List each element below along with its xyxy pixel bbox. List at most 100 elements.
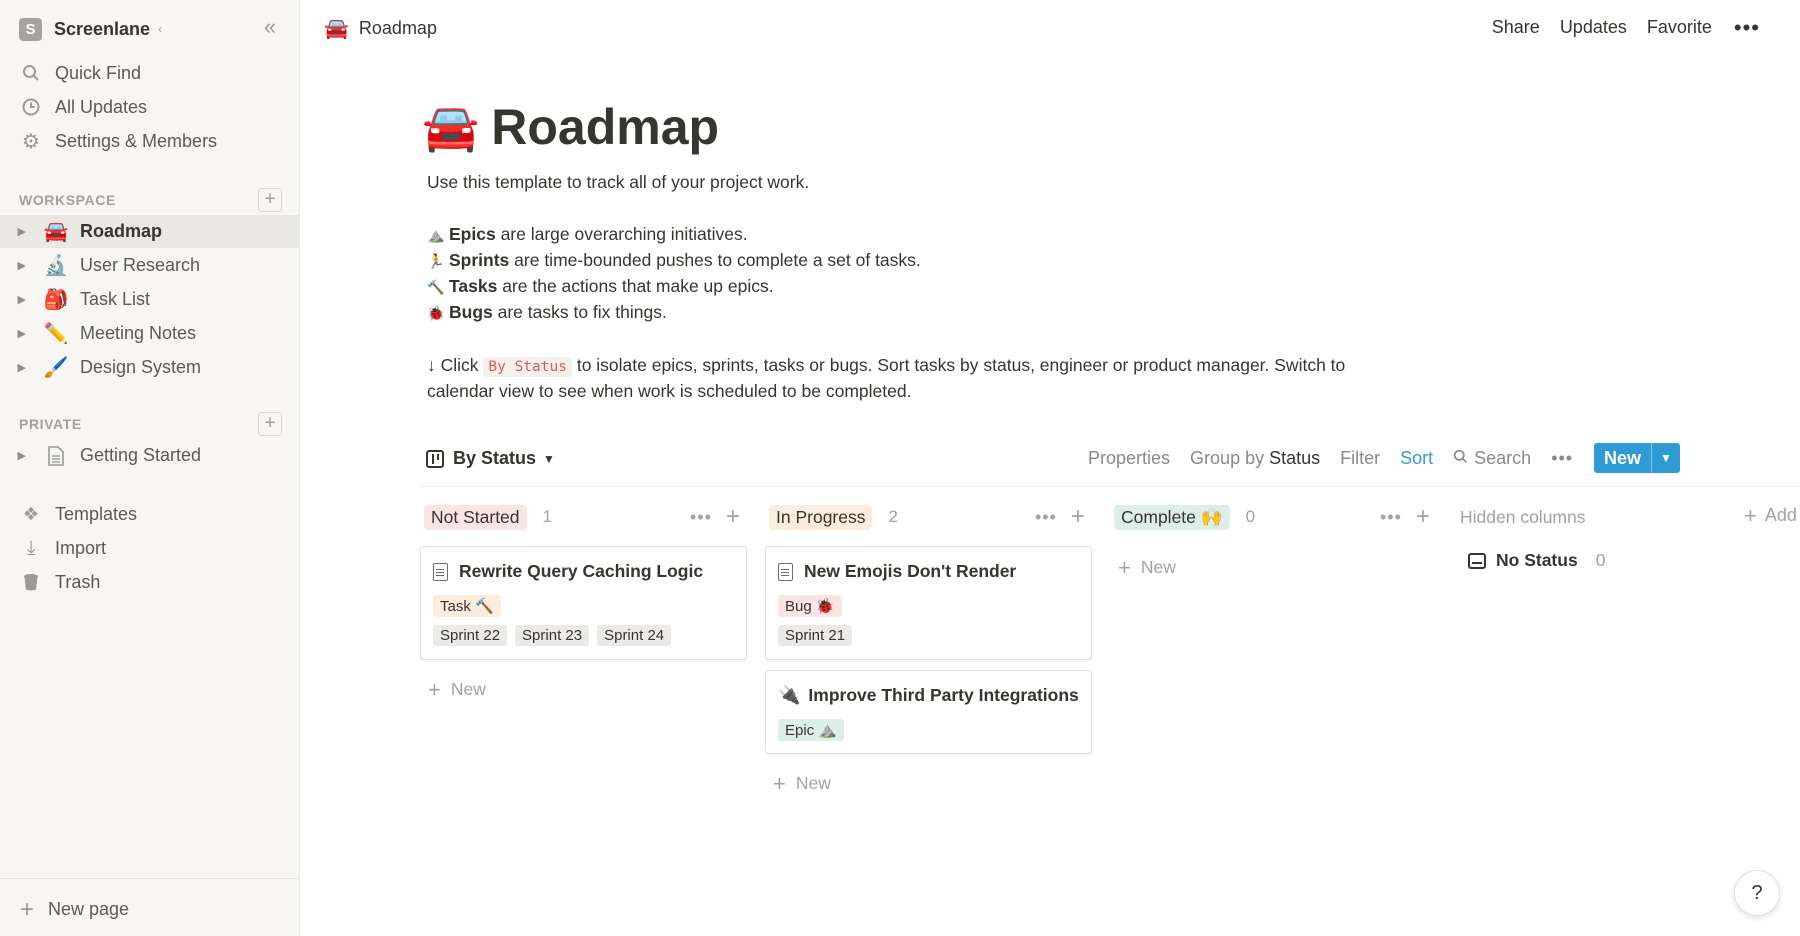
- bullet-term: Sprints: [449, 250, 510, 270]
- more-options-icon[interactable]: •••: [1734, 16, 1760, 38]
- sidebar-item-all-updates[interactable]: All Updates: [0, 91, 300, 123]
- sidebar-item-user-research[interactable]: ▶ 🔬 User Research: [0, 249, 300, 282]
- expand-arrow-icon[interactable]: ▶: [0, 225, 30, 238]
- column-header-in-progress[interactable]: In Progress 2: [769, 504, 898, 530]
- new-record-button[interactable]: New ▼: [1594, 443, 1680, 473]
- add-card-icon[interactable]: +: [1071, 505, 1085, 529]
- tag-epic: Epic ⛰️: [778, 719, 845, 741]
- document-icon: [778, 562, 793, 581]
- sidebar-item-settings[interactable]: ⚙ Settings & Members: [0, 125, 300, 157]
- no-status-label: No Status: [1496, 550, 1578, 570]
- card-sprint-tags: Sprint 21: [778, 625, 860, 646]
- tag-sprint: Sprint 21: [778, 625, 853, 646]
- sidebar-item-label: Import: [55, 537, 107, 558]
- car-icon: 🚘: [43, 221, 69, 243]
- sidebar-item-label: Trash: [55, 571, 101, 592]
- sidebar-item-trash[interactable]: Trash: [0, 566, 300, 598]
- page-title[interactable]: 🚘 Roadmap: [422, 98, 719, 156]
- templates-icon: ❖: [22, 503, 40, 524]
- filter-button[interactable]: Filter: [1340, 448, 1380, 469]
- sidebar-item-label: Roadmap: [80, 221, 163, 241]
- expand-arrow-icon[interactable]: ▶: [0, 449, 30, 462]
- sidebar-item-getting-started[interactable]: ▶ Getting Started: [0, 439, 300, 472]
- view-options: Properties Group by Status Filter Sort S…: [1088, 448, 1595, 469]
- column-actions: ••• +: [1035, 504, 1085, 530]
- chevron-down-icon[interactable]: ▼: [1652, 451, 1680, 465]
- column-header-complete[interactable]: Complete 🙌 0: [1114, 504, 1255, 530]
- tag-sprint: Sprint 24: [597, 625, 672, 646]
- sidebar-item-templates[interactable]: ❖ Templates: [0, 498, 300, 530]
- bullet-text: are the actions that make up epics.: [497, 276, 774, 296]
- bullet-tasks: 🔨 Tasks are the actions that make up epic…: [427, 276, 774, 297]
- help-button[interactable]: ?: [1734, 870, 1780, 916]
- view-more-icon[interactable]: •••: [1551, 448, 1573, 469]
- sidebar-item-task-list[interactable]: ▶ 🎒 Task List: [0, 283, 300, 316]
- workspace-switcher[interactable]: S Screenlane ‹: [19, 16, 162, 42]
- new-card-label: New: [450, 679, 486, 699]
- share-button[interactable]: Share: [1492, 17, 1540, 38]
- card-improve-third-party-integrations[interactable]: 🔌 Improve Third Party Integrations Epic …: [765, 670, 1092, 754]
- add-card-not-started[interactable]: + New: [428, 678, 486, 700]
- sidebar-item-label: Quick Find: [55, 62, 142, 83]
- expand-arrow-icon[interactable]: ▶: [0, 259, 30, 272]
- runner-icon: 🏃: [427, 253, 445, 269]
- column-count: 1: [542, 507, 552, 526]
- sidebar-item-label: Getting Started: [80, 445, 202, 465]
- add-private-page-button[interactable]: +: [258, 412, 282, 436]
- expand-arrow-icon[interactable]: ▶: [0, 327, 30, 340]
- card-new-emojis-dont-render[interactable]: New Emojis Don't Render Bug 🐞 Sprint 21: [765, 546, 1092, 660]
- document-icon: [42, 444, 70, 468]
- favorite-button[interactable]: Favorite: [1647, 17, 1712, 38]
- column-more-icon[interactable]: •••: [1380, 507, 1402, 528]
- double-chevron-left-icon[interactable]: «: [258, 16, 282, 40]
- sort-button[interactable]: Sort: [1400, 448, 1433, 469]
- paintbrush-icon: 🖌️: [43, 357, 69, 379]
- column-actions: ••• +: [690, 504, 740, 530]
- sidebar-item-import[interactable]: ⤓ Import: [0, 532, 300, 564]
- sidebar-item-roadmap[interactable]: ▶ 🚘 Roadmap: [0, 215, 300, 248]
- plus-icon: +: [20, 895, 35, 923]
- status-pill: Complete 🙌: [1114, 504, 1230, 530]
- mountain-icon: ⛰️: [427, 227, 445, 243]
- hidden-column-no-status[interactable]: No Status 0: [1468, 550, 1605, 571]
- group-by-button[interactable]: Group by Status: [1190, 448, 1320, 469]
- add-group-button[interactable]: + Add: [1744, 504, 1797, 526]
- search-icon: [20, 62, 42, 84]
- add-page-button[interactable]: +: [258, 188, 282, 212]
- card-rewrite-query-caching-logic[interactable]: Rewrite Query Caching Logic Task 🔨 Sprin…: [420, 546, 747, 660]
- view-divider: [420, 486, 1800, 487]
- add-card-complete[interactable]: + New: [1118, 556, 1176, 578]
- workspace-badge: S: [19, 17, 42, 41]
- view-selector[interactable]: By Status ▼: [426, 448, 555, 469]
- pencil-icon: ✏️: [43, 323, 69, 345]
- sidebar-item-label: Design System: [80, 357, 202, 377]
- sidebar-item-label: Templates: [55, 503, 138, 524]
- sidebar-item-meeting-notes[interactable]: ▶ ✏️ Meeting Notes: [0, 317, 300, 350]
- clock-icon: [20, 96, 42, 118]
- new-card-label: New: [795, 773, 831, 793]
- add-card-in-progress[interactable]: + New: [773, 770, 831, 796]
- new-card-label: New: [1140, 557, 1176, 577]
- add-card-icon[interactable]: +: [726, 505, 740, 529]
- microscope-icon: 🔬: [43, 255, 69, 277]
- column-header-not-started[interactable]: Not Started 1: [424, 504, 552, 530]
- column-more-icon[interactable]: •••: [1035, 507, 1057, 528]
- chevron-down-icon: ▼: [543, 451, 555, 466]
- expand-arrow-icon[interactable]: ▶: [0, 293, 30, 306]
- breadcrumb-label: Roadmap: [358, 18, 437, 38]
- properties-button[interactable]: Properties: [1088, 448, 1170, 469]
- card-title: 🔌 Improve Third Party Integrations: [778, 685, 1079, 706]
- add-card-icon[interactable]: +: [1416, 505, 1430, 529]
- group-by-value: Status: [1269, 448, 1321, 468]
- car-icon[interactable]: 🚘: [422, 100, 479, 155]
- sidebar-item-design-system[interactable]: ▶ 🖌️ Design System: [0, 351, 300, 384]
- sidebar-item-quick-find[interactable]: Quick Find: [0, 57, 300, 89]
- breadcrumb[interactable]: 🚘 Roadmap: [324, 16, 437, 41]
- new-page-button[interactable]: + New page: [20, 895, 129, 923]
- search-button[interactable]: Search: [1453, 448, 1531, 469]
- card-title-text: Improve Third Party Integrations: [808, 685, 1079, 705]
- updates-button[interactable]: Updates: [1560, 17, 1627, 38]
- expand-arrow-icon[interactable]: ▶: [0, 361, 30, 374]
- plus-icon: +: [773, 770, 786, 796]
- column-more-icon[interactable]: •••: [690, 507, 712, 528]
